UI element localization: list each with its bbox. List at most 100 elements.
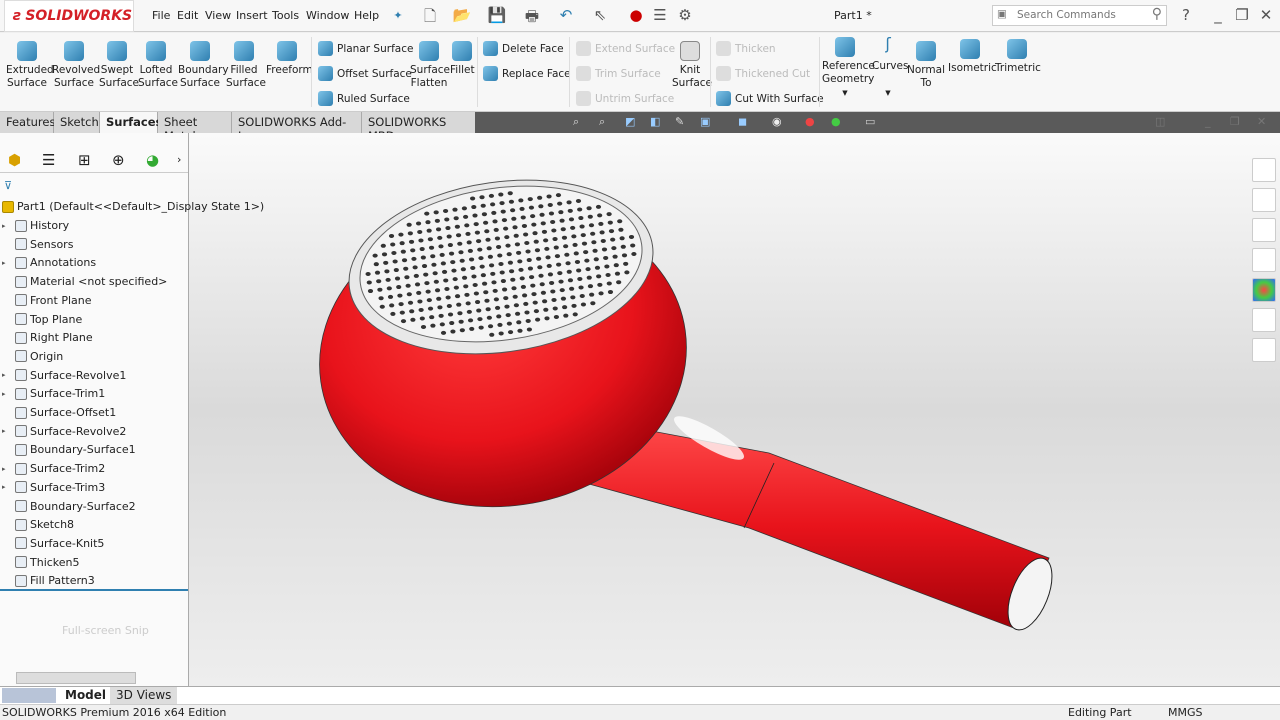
untrim-surface-button[interactable]: Untrim Surface	[576, 91, 674, 106]
tab-features[interactable]: Features	[0, 112, 55, 133]
dimxpert-tab-icon[interactable]: ⊕	[112, 151, 125, 169]
expand-arrow-icon[interactable]: ▸	[2, 259, 12, 267]
tab-model[interactable]: Model	[65, 688, 106, 702]
save-icon[interactable]: 💾	[487, 6, 507, 26]
tree-item[interactable]: Fill Pattern3	[2, 574, 95, 587]
section-view-icon[interactable]: ◧	[650, 115, 660, 128]
extend-surface-button[interactable]: Extend Surface	[576, 41, 675, 56]
dropdown-arrow-icon[interactable]: ▼	[842, 89, 847, 97]
menu-window[interactable]: Window	[306, 9, 349, 22]
tab-sketch[interactable]: Sketch	[54, 112, 100, 133]
tree-item[interactable]: Boundary-Surface2	[2, 500, 136, 513]
expand-arrow-icon[interactable]: ▸	[2, 483, 12, 491]
tree-item[interactable]: ▸ Annotations	[2, 256, 96, 269]
tree-item[interactable]: Sensors	[2, 238, 73, 251]
viewport-split-icon[interactable]: ◫	[1155, 115, 1165, 128]
expand-arrow-icon[interactable]: ▸	[2, 390, 12, 398]
forum-icon[interactable]	[1252, 338, 1276, 362]
custom-properties-icon[interactable]	[1252, 308, 1276, 332]
expand-arrow-icon[interactable]: ▸	[2, 222, 12, 230]
surface-flatten-button[interactable]: Surface Flatten	[410, 41, 450, 90]
hide-show-items-icon[interactable]: ◉	[772, 115, 782, 128]
appearances-icon[interactable]	[1252, 278, 1276, 302]
menu-view[interactable]: View	[205, 9, 231, 22]
tree-item[interactable]: ▸ Surface-Trim1	[2, 387, 105, 400]
select-icon[interactable]: ⇖	[590, 6, 610, 26]
graphics-area[interactable]	[189, 133, 1280, 686]
zoom-area-icon[interactable]: ⌕	[599, 115, 605, 129]
scrollbar-thumb[interactable]	[16, 672, 136, 684]
tree-item[interactable]: ▸ Surface-Trim2	[2, 462, 105, 475]
boundary-surface-button[interactable]: Boundary Surface	[178, 41, 229, 90]
display-style-icon[interactable]: ◼	[738, 115, 747, 128]
tree-item[interactable]: ▸ Surface-Revolve1	[2, 369, 126, 382]
view-palette-icon[interactable]	[1252, 248, 1276, 272]
tree-item[interactable]: Front Plane	[2, 294, 92, 307]
property-manager-tab-icon[interactable]: ☰	[42, 151, 55, 169]
knit-surface-button[interactable]: Knit Surface	[672, 41, 712, 90]
tree-item[interactable]: ▸ Surface-Revolve2	[2, 425, 126, 438]
search-icon[interactable]: ⚲	[1152, 6, 1162, 22]
display-manager-tab-icon[interactable]: ◕	[146, 151, 159, 169]
expand-tabs-icon[interactable]: ›	[177, 153, 181, 166]
feature-manager-tab-icon[interactable]: ⬢	[8, 151, 21, 169]
rebuild-icon[interactable]: ●	[626, 6, 646, 26]
tree-item[interactable]: Right Plane	[2, 331, 93, 344]
lofted-surface-button[interactable]: Lofted Surface	[138, 41, 178, 90]
viewport-minimize-icon[interactable]: _	[1205, 115, 1211, 128]
tab-sheet-metal[interactable]: Sheet Metal	[158, 112, 232, 143]
trimetric-button[interactable]: Trimetric	[995, 39, 1041, 75]
undo-icon[interactable]: ↶	[556, 6, 576, 26]
tree-item[interactable]: Material <not specified>	[2, 275, 167, 288]
freeform-button[interactable]: Freeform	[266, 41, 313, 77]
viewport-close-icon[interactable]: ✕	[1257, 115, 1266, 128]
previous-view-icon[interactable]: ◩	[625, 115, 635, 128]
pin-icon[interactable]: ✦	[388, 9, 408, 29]
tree-item[interactable]: ▸ Surface-Trim3	[2, 481, 105, 494]
reference-geometry-button[interactable]: Reference Geometry ▼	[822, 37, 875, 100]
fillet-button[interactable]: Fillet	[450, 41, 475, 77]
solidworks-logo[interactable]: ƨ SOLIDWORKS	[4, 0, 134, 32]
help-icon[interactable]: ?	[1176, 6, 1196, 26]
tree-item[interactable]: Sketch8	[2, 518, 74, 531]
swept-surface-button[interactable]: Swept Surface	[99, 41, 139, 90]
dynamic-annotation-icon[interactable]: ✎	[675, 115, 684, 128]
tree-item[interactable]: Thicken5	[2, 556, 80, 569]
new-document-icon[interactable]: 🗋	[420, 6, 440, 26]
tree-item[interactable]: ▸ History	[2, 219, 69, 232]
delete-face-button[interactable]: Delete Face	[483, 41, 564, 56]
expand-arrow-icon[interactable]: ▸	[2, 371, 12, 379]
tab-surfaces[interactable]: Surfaces	[100, 112, 162, 133]
view-settings-icon[interactable]: ▭	[865, 115, 875, 128]
planar-surface-button[interactable]: Planar Surface	[318, 41, 413, 56]
tree-item[interactable]: Surface-Knit5	[2, 537, 104, 550]
normal-to-button[interactable]: Normal To	[906, 41, 946, 90]
cut-with-surface-button[interactable]: Cut With Surface	[716, 91, 824, 106]
curves-button[interactable]: ʃ Curves ▼	[872, 36, 908, 100]
revolved-surface-button[interactable]: Revolved Surface	[52, 41, 100, 90]
configuration-manager-tab-icon[interactable]: ⊞	[78, 151, 91, 169]
dropdown-arrow-icon[interactable]: ▼	[885, 89, 890, 97]
file-explorer-icon[interactable]	[1252, 218, 1276, 242]
open-icon[interactable]: 📂	[452, 6, 472, 26]
part-model[interactable]	[189, 133, 1280, 686]
replace-face-button[interactable]: Replace Face	[483, 66, 571, 81]
design-library-icon[interactable]	[1252, 188, 1276, 212]
tab-3d-views[interactable]: 3D Views	[110, 687, 178, 704]
menu-help[interactable]: Help	[354, 9, 379, 22]
unit-system[interactable]: MMGS	[1168, 706, 1203, 719]
tree-item[interactable]: Top Plane	[2, 313, 82, 326]
thickened-cut-button[interactable]: Thickened Cut	[716, 66, 810, 81]
menu-insert[interactable]: Insert	[236, 9, 268, 22]
offset-surface-button[interactable]: Offset Surface	[318, 66, 412, 81]
viewport-restore-icon[interactable]: ❐	[1230, 115, 1240, 128]
search-commands-input[interactable]: Search Commands ▣ ⚲	[992, 5, 1167, 26]
rollback-bar[interactable]	[0, 589, 188, 591]
expand-arrow-icon[interactable]: ▸	[2, 465, 12, 473]
options-gear-icon[interactable]: ⚙	[675, 6, 695, 26]
expand-arrow-icon[interactable]: ▸	[2, 427, 12, 435]
minimize-icon[interactable]: _	[1208, 6, 1228, 26]
tree-item[interactable]: Origin	[2, 350, 63, 363]
filled-surface-button[interactable]: Filled Surface	[226, 41, 266, 90]
tab-mbd[interactable]: SOLIDWORKS MBD	[362, 112, 476, 143]
